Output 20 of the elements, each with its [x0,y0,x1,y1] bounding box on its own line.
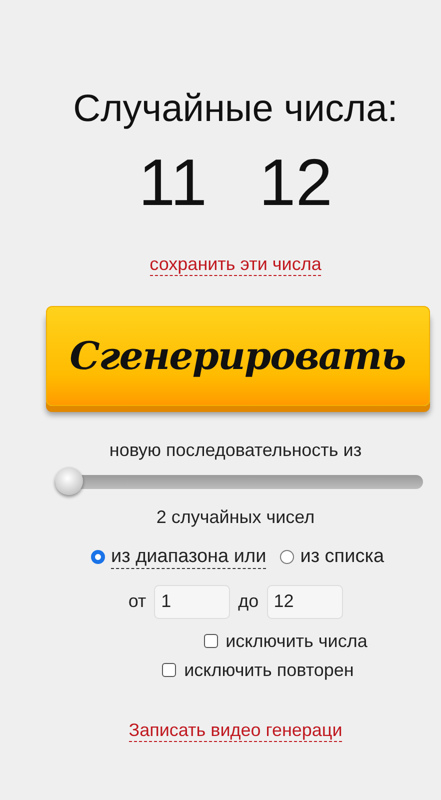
radio-button[interactable] [90,550,105,564]
checkbox[interactable] [162,663,176,678]
record-video-link[interactable]: Записать видео генераци [128,720,342,742]
from-label: от [128,591,146,612]
from-input-field[interactable]: 1 [154,584,230,619]
radio-label[interactable]: из списка [300,546,384,568]
checkbox-label[interactable]: исключить повторен [184,660,354,681]
slider-thumb[interactable] [54,466,82,495]
checkbox-label[interactable]: исключить числа [226,630,368,652]
checkbox[interactable] [204,634,218,648]
save-numbers-link[interactable]: сохранить эти числа [150,255,322,276]
random-number: 12 [259,149,332,215]
page-title: Случайные числа: [73,88,398,131]
to-input-field[interactable]: 12 [266,584,343,619]
random-number: 11 [138,149,208,215]
radio-button[interactable] [280,550,294,564]
radio-label[interactable]: из диапазона или [110,546,266,569]
sequence-label: новую последовательность из [109,440,362,461]
to-label: до [238,591,259,612]
count-label: 2 случайных чисел [156,506,315,528]
